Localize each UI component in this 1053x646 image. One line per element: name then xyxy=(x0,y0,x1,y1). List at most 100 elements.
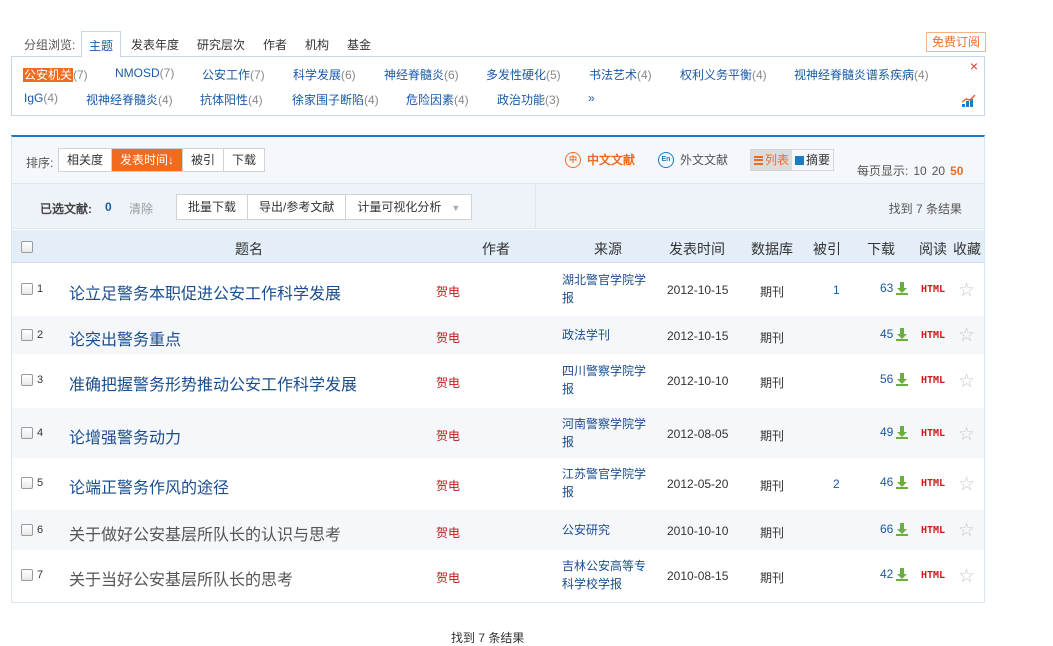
html-read-link[interactable]: HTML xyxy=(921,525,945,536)
row-cited[interactable]: 1 xyxy=(833,283,840,297)
tab-year[interactable]: 发表年度 xyxy=(131,36,179,53)
tab-topic[interactable]: 主题 xyxy=(81,31,122,58)
visual-analysis-button[interactable]: 计量可视化分析 ▼ xyxy=(346,195,471,219)
row-title[interactable]: 准确把握警务形势推动公安工作科学发展 xyxy=(69,371,357,395)
topic-item[interactable]: 危险因素(4) xyxy=(406,91,469,108)
row-source[interactable]: 湖北警官学院学报 xyxy=(562,271,652,307)
batch-download-button[interactable]: 批量下载 xyxy=(177,195,249,219)
row-author[interactable]: 贺电 xyxy=(436,477,460,494)
row-author[interactable]: 贺电 xyxy=(436,524,460,541)
row-checkbox[interactable] xyxy=(21,283,33,295)
row-download[interactable]: 56 xyxy=(880,372,909,386)
row-checkbox[interactable] xyxy=(21,329,33,341)
row-download[interactable]: 63 xyxy=(880,281,909,295)
clear-selection-link[interactable]: 清除 xyxy=(129,200,153,217)
topic-item[interactable]: IgG(4) xyxy=(24,91,58,105)
html-read-link[interactable]: HTML xyxy=(921,428,945,439)
row-download[interactable]: 66 xyxy=(880,522,909,536)
row-source[interactable]: 江苏警官学院学报 xyxy=(562,465,652,501)
html-read-link[interactable]: HTML xyxy=(921,375,945,386)
topic-item[interactable]: 书法艺术(4) xyxy=(589,66,652,83)
row-download[interactable]: 46 xyxy=(880,475,909,489)
row-author[interactable]: 贺电 xyxy=(436,283,460,300)
row-title[interactable]: 论突出警务重点 xyxy=(69,326,181,350)
row-checkbox[interactable] xyxy=(21,427,33,439)
row-checkbox[interactable] xyxy=(21,374,33,386)
topic-item[interactable]: 抗体阳性(4) xyxy=(200,91,263,108)
sort-bar: 排序: 相关度 发表时间↓ 被引 下载 中 中文文献 En 外文文献 列表 摘要… xyxy=(12,137,984,183)
row-source[interactable]: 河南警察学院学报 xyxy=(562,415,652,451)
topic-item[interactable]: 政治功能(3) xyxy=(497,91,560,108)
tab-research-level[interactable]: 研究层次 xyxy=(197,36,245,53)
html-read-link[interactable]: HTML xyxy=(921,330,945,341)
row-source[interactable]: 吉林公安高等专科学校学报 xyxy=(562,557,652,593)
col-cited[interactable]: 被引 xyxy=(813,239,841,259)
favorite-star-icon[interactable]: ☆ xyxy=(958,521,975,540)
topic-item[interactable]: 权利义务平衡(4) xyxy=(680,66,767,83)
row-checkbox[interactable] xyxy=(21,477,33,489)
list-view-button[interactable]: 列表 xyxy=(751,150,793,170)
row-source[interactable]: 公安研究 xyxy=(562,521,652,539)
subscribe-button[interactable]: 免费订阅 xyxy=(925,32,986,52)
favorite-star-icon[interactable]: ☆ xyxy=(958,475,975,494)
favorite-star-icon[interactable]: ☆ xyxy=(958,425,975,444)
chinese-literature-button[interactable]: 中 中文文献 xyxy=(565,151,635,168)
topic-item[interactable]: 徐家围子断陷(4) xyxy=(292,91,379,108)
abstract-view-button[interactable]: 摘要 xyxy=(792,150,833,170)
row-source[interactable]: 四川警察学院学报 xyxy=(562,362,652,398)
sort-date-button[interactable]: 发表时间↓ xyxy=(112,149,184,171)
favorite-star-icon[interactable]: ☆ xyxy=(958,372,975,391)
row-download[interactable]: 49 xyxy=(880,425,909,439)
sort-download-button[interactable]: 下载 xyxy=(224,149,264,171)
favorite-star-icon[interactable]: ☆ xyxy=(958,326,975,345)
tab-author[interactable]: 作者 xyxy=(263,36,287,53)
topic-item[interactable]: 多发性硬化(5) xyxy=(486,66,561,83)
col-date[interactable]: 发表时间 xyxy=(669,239,725,259)
col-title[interactable]: 题名 xyxy=(235,239,263,259)
row-checkbox[interactable] xyxy=(21,569,33,581)
foreign-literature-button[interactable]: En 外文文献 xyxy=(658,151,728,168)
favorite-star-icon[interactable]: ☆ xyxy=(958,567,975,586)
topic-item[interactable]: 公安机关(7) xyxy=(23,66,88,83)
topic-item[interactable]: 视神经脊髓炎谱系疾病(4) xyxy=(794,66,929,83)
topic-item[interactable]: 神经脊髓炎(6) xyxy=(384,66,459,83)
list-icon xyxy=(754,155,763,165)
row-cited[interactable]: 2 xyxy=(833,477,840,491)
col-downloads[interactable]: 下载 xyxy=(867,239,895,259)
tab-fund[interactable]: 基金 xyxy=(347,36,371,53)
tab-institution[interactable]: 机构 xyxy=(305,36,329,53)
col-favorite: 收藏 xyxy=(953,241,981,257)
topic-more-icon[interactable]: » xyxy=(588,91,595,105)
html-read-link[interactable]: HTML xyxy=(921,284,945,295)
per-page-20[interactable]: 20 xyxy=(932,164,945,178)
row-title[interactable]: 论增强警务动力 xyxy=(69,424,181,448)
select-all-checkbox[interactable] xyxy=(21,241,33,253)
per-page-10[interactable]: 10 xyxy=(913,164,926,178)
sort-relevance-button[interactable]: 相关度 xyxy=(59,149,113,171)
per-page-50[interactable]: 50 xyxy=(950,164,963,178)
row-download[interactable]: 42 xyxy=(880,567,909,581)
row-checkbox[interactable] xyxy=(21,524,33,536)
group-browse-label: 分组浏览: xyxy=(24,38,76,52)
html-read-link[interactable]: HTML xyxy=(921,478,945,489)
html-read-link[interactable]: HTML xyxy=(921,570,945,581)
row-download[interactable]: 45 xyxy=(880,327,909,341)
row-title[interactable]: 关于当好公安基层所队长的思考 xyxy=(69,566,293,590)
row-title[interactable]: 论立足警务本职促进公安工作科学发展 xyxy=(69,280,341,304)
row-author[interactable]: 贺电 xyxy=(436,329,460,346)
chart-icon[interactable] xyxy=(962,95,976,107)
row-title[interactable]: 关于做好公安基层所队长的认识与思考 xyxy=(69,521,341,545)
row-author[interactable]: 贺电 xyxy=(436,374,460,391)
export-reference-button[interactable]: 导出/参考文献 xyxy=(248,195,347,219)
row-author[interactable]: 贺电 xyxy=(436,569,460,586)
close-icon[interactable]: × xyxy=(970,58,978,74)
row-title[interactable]: 论端正警务作风的途径 xyxy=(69,474,229,498)
topic-item[interactable]: 科学发展(6) xyxy=(293,66,356,83)
sort-cited-button[interactable]: 被引 xyxy=(183,149,225,171)
topic-item[interactable]: 视神经脊髓炎(4) xyxy=(86,91,173,108)
row-author[interactable]: 贺电 xyxy=(436,427,460,444)
row-source[interactable]: 政法学刊 xyxy=(562,326,652,344)
favorite-star-icon[interactable]: ☆ xyxy=(958,281,975,300)
topic-item[interactable]: NMOSD(7) xyxy=(115,66,174,80)
topic-item[interactable]: 公安工作(7) xyxy=(202,66,265,83)
